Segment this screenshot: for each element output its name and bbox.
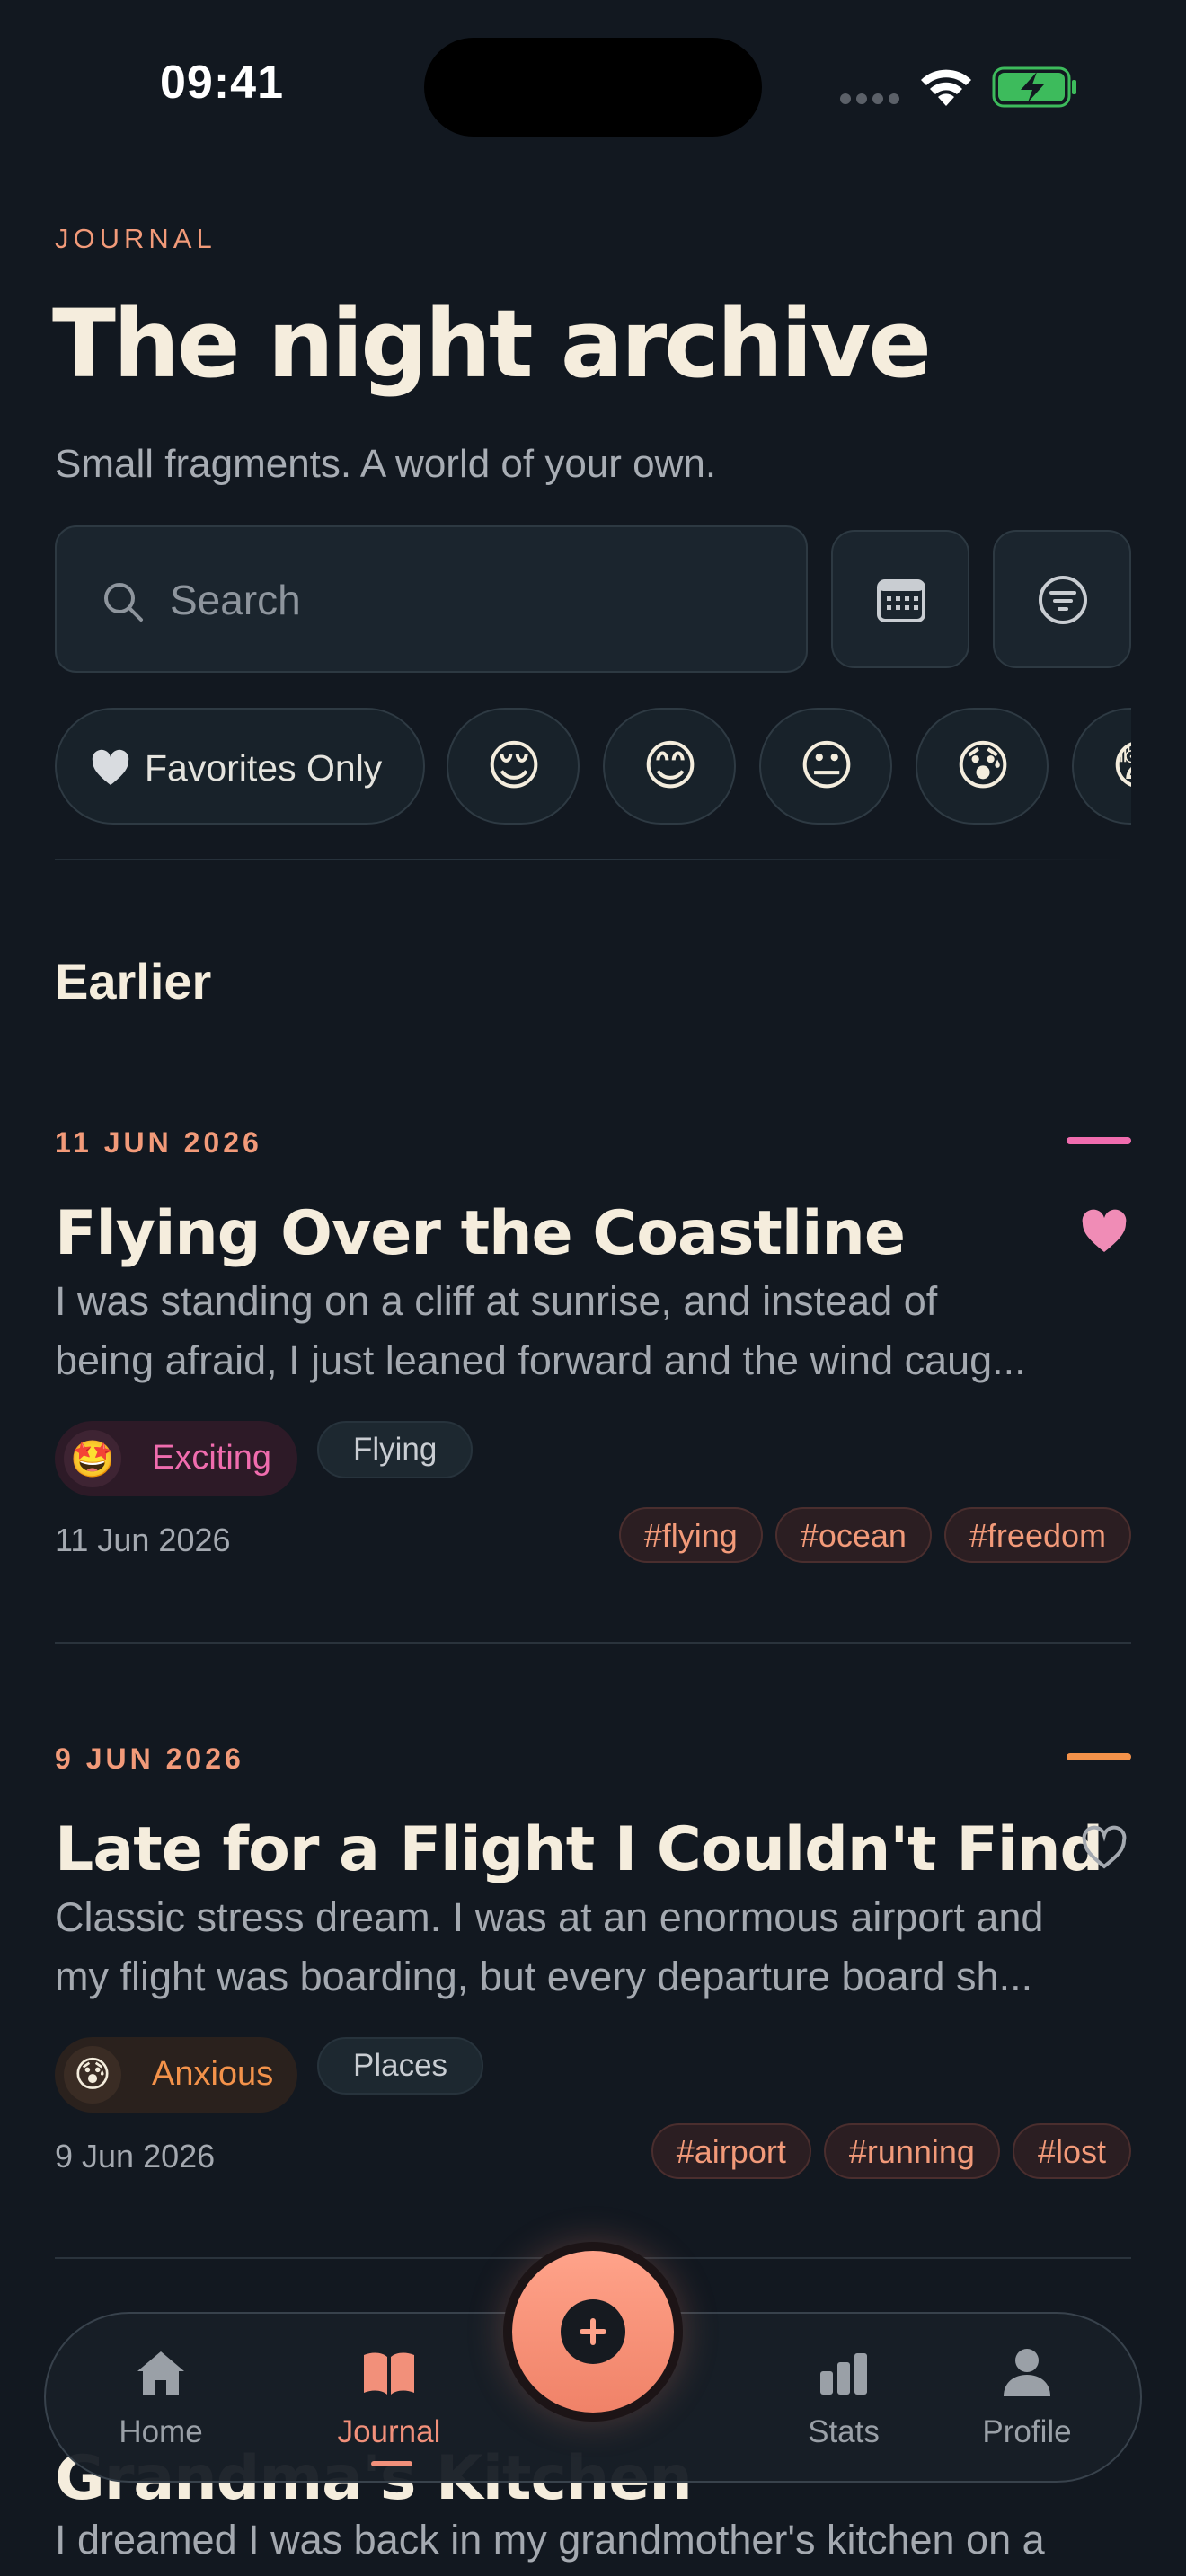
excerpt-line: being afraid, I just leaned forward and … (55, 1337, 1026, 1383)
mood-emoji: 😰 (64, 2046, 121, 2104)
filter-icon (1039, 576, 1087, 624)
section-title: Earlier (55, 953, 212, 1010)
tag-chip[interactable]: #lost (1012, 2123, 1131, 2179)
mood-chip-emoji: 😨 (1074, 710, 1131, 823)
wifi-icon (921, 69, 971, 106)
entry-excerpt: I dreamed I was back in my grandmother's… (55, 2517, 1045, 2563)
add-entry-button[interactable] (512, 2251, 674, 2413)
tab-label: Stats (808, 2414, 880, 2449)
mood-chip-relieved[interactable]: 😌 (447, 708, 580, 825)
entry-date: 11 Jun 2026 (55, 1522, 231, 1558)
mood-label: Exciting (152, 1439, 272, 1477)
tag-chip[interactable]: #freedom (943, 1507, 1131, 1563)
mood-chip-neutral[interactable]: 😐 (759, 708, 892, 825)
entry-date: 9 Jun 2026 (55, 2138, 216, 2175)
tag-list: #flying #ocean #freedom (618, 1507, 1131, 1563)
journal-entry-card[interactable]: 11 JUN 2026 Flying Over the Coastline I … (55, 1126, 1131, 1593)
category-badge: Flying (317, 1421, 474, 1478)
excerpt-line: my flight was boarding, but every depart… (55, 1954, 1033, 1999)
filter-button[interactable] (993, 530, 1131, 668)
mood-accent-bar (1067, 1753, 1131, 1760)
mood-filter-row: Favorites Only 😌 😊 😐 😰 😨 (55, 708, 1131, 826)
status-bar: 09:41 (0, 0, 1186, 171)
cellular-signal-icon (840, 93, 901, 106)
tag-chip[interactable]: #ocean (774, 1507, 932, 1563)
mood-badge: 🤩 Exciting (55, 1421, 297, 1496)
active-tab-indicator (371, 2461, 412, 2466)
tab-profile[interactable]: Profile (937, 2314, 1117, 2484)
calendar-button[interactable] (831, 530, 969, 668)
home-icon (137, 2351, 184, 2395)
entry-date-header: 9 JUN 2026 (55, 1742, 244, 1775)
mood-chip-happy[interactable]: 😊 (603, 708, 736, 825)
entry-excerpt: Classic stress dream. I was at an enormo… (55, 1888, 1131, 2007)
mood-chip-emoji: 😰 (954, 735, 1012, 798)
tab-label: Home (119, 2414, 203, 2449)
favorites-only-chip[interactable]: Favorites Only (55, 708, 425, 825)
mood-accent-bar (1067, 1137, 1131, 1144)
mood-chip-emoji: 😊 (642, 735, 699, 798)
person-icon (1004, 2349, 1050, 2396)
search-placeholder: Search (170, 577, 301, 623)
entry-divider (55, 1642, 1131, 1644)
page-subtitle: Small fragments. A world of your own. (55, 442, 717, 486)
open-book-icon (364, 2352, 414, 2395)
battery-charging-icon (992, 66, 1076, 108)
mood-emoji: 🤩 (64, 1430, 121, 1487)
mood-chip-emoji: 😌 (485, 735, 543, 798)
status-time: 09:41 (160, 57, 284, 109)
plus-icon (561, 2299, 625, 2364)
tag-chip[interactable]: #airport (651, 2123, 811, 2179)
mood-chip-fearful[interactable]: 😨 (1072, 708, 1131, 825)
tag-chip[interactable]: #flying (618, 1507, 763, 1563)
calendar-icon (877, 579, 925, 622)
category-badge: Places (317, 2037, 484, 2095)
mood-chip-emoji: 😐 (798, 735, 855, 798)
entry-excerpt: I was standing on a cliff at sunrise, an… (55, 1272, 1131, 1390)
tab-home[interactable]: Home (71, 2314, 251, 2484)
heart-icon (92, 749, 129, 785)
favorites-only-label: Favorites Only (145, 747, 383, 789)
mood-label: Anxious (152, 2055, 274, 2093)
bar-chart-icon (820, 2353, 867, 2395)
tab-label: Profile (982, 2414, 1072, 2449)
divider (55, 859, 1131, 860)
search-icon (104, 583, 143, 622)
excerpt-line: I was standing on a cliff at sunrise, an… (55, 1278, 938, 1324)
tab-label: Journal (337, 2414, 441, 2449)
entry-title: Late for a Flight I Couldn't Find (55, 1814, 1103, 1885)
favorite-heart-outline-icon[interactable] (1081, 1825, 1128, 1870)
tab-stats[interactable]: Stats (754, 2314, 934, 2484)
mood-chip-anxious[interactable]: 😰 (916, 708, 1049, 825)
search-input[interactable]: Search (55, 525, 808, 673)
page-eyebrow: JOURNAL (55, 223, 217, 254)
tag-list: #airport #running #lost (651, 2123, 1131, 2179)
dynamic-island (424, 38, 762, 137)
favorite-heart-filled-icon[interactable] (1081, 1209, 1128, 1254)
excerpt-line: Classic stress dream. I was at an enormo… (55, 1894, 1044, 1940)
tag-chip[interactable]: #running (823, 2123, 1000, 2179)
mood-badge: 😰 Anxious (55, 2037, 297, 2113)
journal-entry-card[interactable]: 9 JUN 2026 Late for a Flight I Couldn't … (55, 1742, 1131, 2210)
entry-date-header: 11 JUN 2026 (55, 1126, 262, 1159)
tab-journal[interactable]: Journal (299, 2314, 479, 2484)
page-title: The night archive (52, 289, 932, 399)
entry-title: Flying Over the Coastline (55, 1198, 906, 1269)
